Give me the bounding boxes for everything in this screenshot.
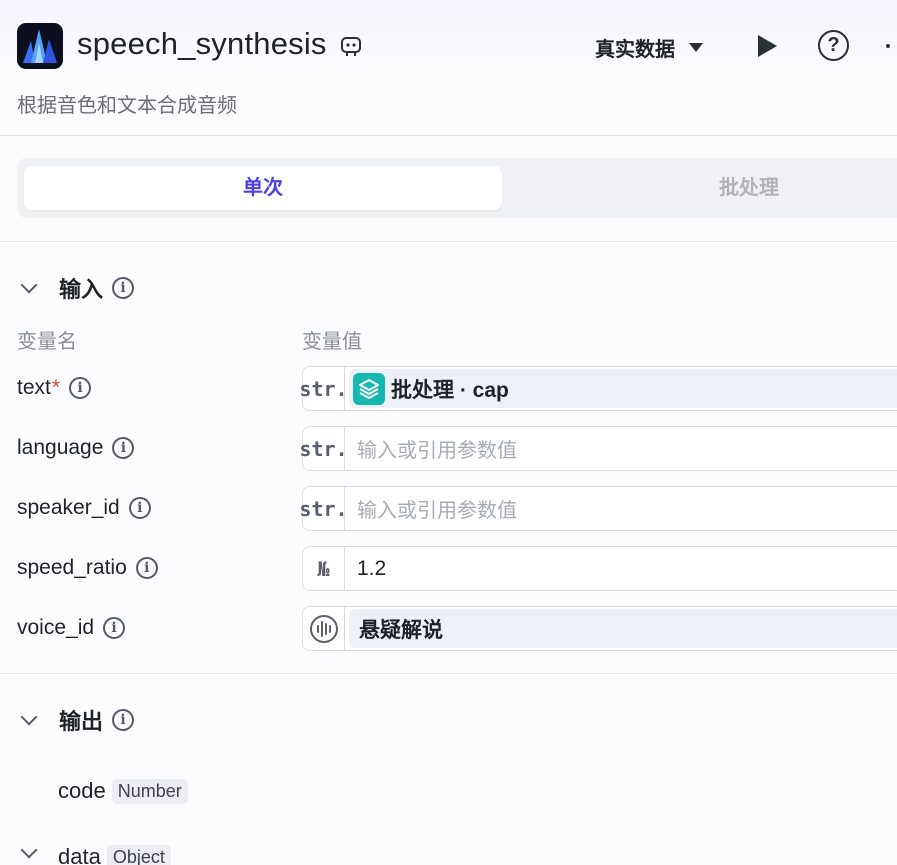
input-section-header[interactable]: 输入 i xyxy=(20,272,135,304)
output-name: data xyxy=(58,844,101,865)
run-button[interactable] xyxy=(756,34,778,58)
node-title: speech_synthesis xyxy=(77,26,327,61)
param-name: speed_ratio xyxy=(17,556,127,579)
caret-down-icon xyxy=(689,43,703,52)
speed-ratio-input[interactable]: № 1.2 xyxy=(302,546,897,591)
output-name: code xyxy=(58,778,106,803)
app-logo-icon xyxy=(17,23,63,69)
info-icon[interactable]: i xyxy=(112,709,135,731)
placeholder: 输入或引用参数值 xyxy=(357,500,517,522)
required-mark: * xyxy=(51,376,61,399)
chevron-down-icon[interactable] xyxy=(20,708,38,725)
info-icon[interactable]: i xyxy=(103,617,126,639)
info-icon[interactable]: i xyxy=(69,377,92,399)
type-tag: str. xyxy=(299,367,348,410)
node-description: 根据音色和文本合成音频 xyxy=(17,95,237,117)
param-label-text: text * i xyxy=(17,376,92,400)
play-icon xyxy=(758,35,777,57)
language-input[interactable]: str. 输入或引用参数值 xyxy=(299,426,897,471)
placeholder: 输入或引用参数值 xyxy=(357,440,517,462)
output-row-code: code Number xyxy=(58,778,188,804)
param-name: text xyxy=(17,376,51,399)
param-label-language: language i xyxy=(17,436,135,460)
output-section-title: 输出 xyxy=(59,709,104,734)
run-mode-tabs: 单次 批处理 xyxy=(17,158,897,218)
reference-chip[interactable]: 批处理 · cap xyxy=(349,369,897,408)
param-name: language xyxy=(17,436,104,459)
reference-label: 批处理 · cap xyxy=(391,378,509,402)
type-badge: Number xyxy=(111,778,188,804)
input-section-title: 输入 xyxy=(59,277,104,302)
info-icon[interactable]: i xyxy=(128,497,151,519)
chevron-down-icon[interactable] xyxy=(20,841,38,859)
type-tag: str. xyxy=(299,487,348,530)
param-label-voice-id: voice_id i xyxy=(17,616,126,640)
info-icon[interactable]: i xyxy=(112,437,135,459)
text-input[interactable]: str. 批处理 · cap xyxy=(299,366,897,411)
data-mode-label: 真实数据 xyxy=(595,39,675,61)
help-button[interactable]: ? xyxy=(818,30,849,61)
field-value: 1.2 xyxy=(357,556,387,580)
node-header: speech_synthesis 根据音色和文本合成音频 真实数据 ? xyxy=(0,0,897,136)
divider xyxy=(0,241,897,242)
output-section-header[interactable]: 输出 i xyxy=(20,704,135,736)
type-badge: Object xyxy=(106,844,171,865)
param-label-speaker-id: speaker_id i xyxy=(17,496,151,520)
voice-id-select[interactable]: 悬疑解说 xyxy=(302,606,897,651)
divider xyxy=(0,673,897,674)
column-header-name: 变量名 xyxy=(17,331,77,353)
tab-batch[interactable]: 批处理 xyxy=(510,166,897,210)
info-icon[interactable]: i xyxy=(135,557,158,579)
more-icon[interactable] xyxy=(886,44,890,48)
node-template-icon[interactable] xyxy=(340,35,362,57)
param-label-speed-ratio: speed_ratio i xyxy=(17,556,158,580)
output-row-data[interactable]: data Object xyxy=(58,844,171,865)
data-mode-select[interactable]: 真实数据 xyxy=(595,33,703,62)
voice-wave-icon xyxy=(303,607,345,650)
param-name: speaker_id xyxy=(17,496,120,519)
speaker-id-input[interactable]: str. 输入或引用参数值 xyxy=(299,486,897,531)
info-icon[interactable]: i xyxy=(112,277,135,299)
batch-layers-icon xyxy=(353,372,385,405)
tab-single[interactable]: 单次 xyxy=(24,166,502,210)
voice-value-chip[interactable]: 悬疑解说 xyxy=(349,609,897,648)
number-type-tag: № xyxy=(303,547,345,590)
type-tag: str. xyxy=(299,427,348,470)
param-name: voice_id xyxy=(17,616,95,639)
chevron-down-icon[interactable] xyxy=(20,276,38,293)
column-header-value: 变量值 xyxy=(302,331,362,353)
